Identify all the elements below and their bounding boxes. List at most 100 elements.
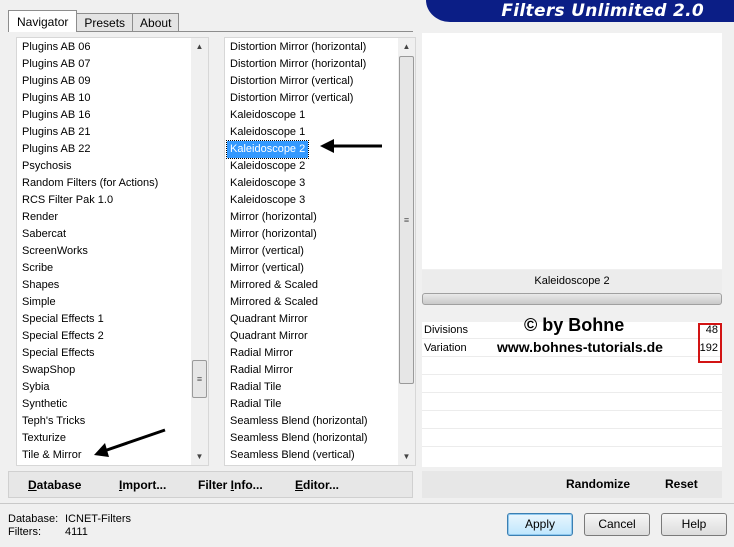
param-label: Variation: [424, 342, 467, 354]
progress-bar: [422, 293, 722, 305]
category-list-item[interactable]: Plugins AB 21: [19, 124, 94, 141]
category-list-item[interactable]: Special Effects 1: [19, 311, 107, 328]
category-list-item[interactable]: Plugins AB 10: [19, 90, 94, 107]
category-list-item[interactable]: Special Effects: [19, 345, 98, 362]
reset-button[interactable]: Reset: [665, 477, 698, 491]
filter-scrollbar[interactable]: ▲ ≡ ▼: [398, 38, 415, 465]
param-row-empty: [422, 412, 722, 429]
help-button[interactable]: Help: [661, 513, 727, 536]
category-list-item[interactable]: Sybia: [19, 379, 53, 396]
filter-list-item[interactable]: Distortion Mirror (vertical): [227, 90, 356, 107]
filter-list-item[interactable]: Distortion Mirror (vertical): [227, 73, 356, 90]
filter-list-item[interactable]: Seamless Blend (vertical): [227, 447, 358, 464]
scroll-up-icon[interactable]: ▲: [398, 38, 415, 55]
category-list-item[interactable]: Synthetic: [19, 396, 70, 413]
filter-list-item[interactable]: Radial Tile: [227, 379, 284, 396]
status-filters-label: Filters:: [8, 526, 41, 538]
category-list-item[interactable]: Psychosis: [19, 158, 75, 175]
filter-list-item[interactable]: Seamless Blend (horizontal): [227, 430, 371, 447]
scroll-up-icon[interactable]: ▲: [191, 38, 208, 55]
scroll-thumb[interactable]: ≡: [192, 360, 207, 398]
filter-list-item[interactable]: Distortion Mirror (horizontal): [227, 56, 369, 73]
filter-list-item[interactable]: Mirrored & Scaled: [227, 277, 321, 294]
filter-list-item[interactable]: Kaleidoscope 3: [227, 175, 308, 192]
tab-navigator[interactable]: Navigator: [8, 10, 78, 32]
category-list-item[interactable]: RCS Filter Pak 1.0: [19, 192, 116, 209]
filter-info-prefix: Filter: [198, 478, 231, 492]
category-list-item[interactable]: Tile & Mirror: [19, 447, 84, 464]
status-database: Database: ICNET-Filters: [8, 513, 131, 525]
filter-list-item[interactable]: Kaleidoscope 2: [225, 140, 310, 159]
randomize-button[interactable]: Randomize: [566, 477, 630, 491]
cancel-button[interactable]: Cancel: [584, 513, 650, 536]
category-list-item[interactable]: Random Filters (for Actions): [19, 175, 161, 192]
category-list-item[interactable]: Sabercat: [19, 226, 69, 243]
filter-list[interactable]: Distortion Mirror (horizontal) Distortion…: [224, 37, 416, 466]
filter-list-item[interactable]: Mirror (horizontal): [227, 209, 320, 226]
filter-list-item[interactable]: Radial Mirror: [227, 345, 296, 362]
filter-list-item[interactable]: Kaleidoscope 2: [227, 158, 308, 175]
apply-button[interactable]: Apply: [507, 513, 573, 536]
category-list[interactable]: Plugins AB 06 Plugins AB 07 Plugins AB 09 P…: [16, 37, 209, 466]
filter-list-item[interactable]: Mirror (vertical): [227, 260, 307, 277]
category-list-item[interactable]: Render: [19, 209, 61, 226]
category-list-item[interactable]: Scribe: [19, 260, 56, 277]
editor-button[interactable]: Editor...: [295, 478, 339, 492]
filter-list-item[interactable]: Mirror (horizontal): [227, 226, 320, 243]
param-row-empty: [422, 376, 722, 393]
filter-list-item[interactable]: Distortion Mirror (horizontal): [227, 39, 369, 56]
filter-list-item[interactable]: Radial Mirror: [227, 362, 296, 379]
watermark-url: www.bohnes-tutorials.de: [497, 339, 663, 355]
import-button[interactable]: Import...: [119, 478, 166, 492]
filter-list-item[interactable]: Mirrored & Scaled: [227, 294, 321, 311]
filter-list-item[interactable]: Mirror (vertical): [227, 243, 307, 260]
app-banner: Filters Unlimited 2.0: [426, 0, 734, 22]
filter-list-item[interactable]: Seamless Blend (horizontal): [227, 413, 371, 430]
navigator-toolbar: Database Import... Filter Info... Editor…: [8, 471, 413, 498]
category-list-item[interactable]: ScreenWorks: [19, 243, 91, 260]
filter-preview: [422, 33, 722, 269]
status-filters-value: 4111: [65, 526, 88, 538]
editor-label: ditor...: [303, 478, 340, 492]
highlight-box: [698, 323, 722, 363]
import-label: mport...: [122, 478, 167, 492]
param-row-empty: [422, 358, 722, 375]
arrow-left-icon: [320, 139, 382, 153]
tab-about[interactable]: About: [132, 13, 180, 32]
category-list-item[interactable]: Teph's Tricks: [19, 413, 88, 430]
filter-list-item[interactable]: Radial Tile: [227, 396, 284, 413]
scroll-down-icon[interactable]: ▼: [398, 448, 415, 465]
database-mnemonic: D: [28, 478, 37, 492]
category-list-item[interactable]: Simple: [19, 294, 59, 311]
scroll-thumb[interactable]: ≡: [399, 56, 414, 384]
category-scrollbar[interactable]: ▲ ≡ ▼: [191, 38, 208, 465]
param-row-empty: [422, 430, 722, 447]
category-list-item[interactable]: Plugins AB 09: [19, 73, 94, 90]
param-row-empty: [422, 394, 722, 411]
status-database-label: Database:: [8, 513, 59, 525]
filter-name: Kaleidoscope 2: [422, 270, 722, 293]
category-list-item[interactable]: Plugins AB 22: [19, 141, 94, 158]
category-list-item[interactable]: Plugins AB 06: [19, 39, 94, 56]
filter-info-button[interactable]: Filter Info...: [198, 478, 263, 492]
scroll-down-icon[interactable]: ▼: [191, 448, 208, 465]
category-list-item[interactable]: SwapShop: [19, 362, 78, 379]
category-list-item[interactable]: Shapes: [19, 277, 62, 294]
parameter-toolbar: Randomize Reset: [422, 471, 722, 498]
filter-list-item[interactable]: Quadrant Mirror: [227, 311, 311, 328]
filter-list-item[interactable]: Quadrant Mirror: [227, 328, 311, 345]
category-list-item[interactable]: Plugins AB 07: [19, 56, 94, 73]
category-list-item[interactable]: Plugins AB 16: [19, 107, 94, 124]
tab-presets[interactable]: Presets: [76, 13, 134, 32]
status-database-value: ICNET-Filters: [65, 513, 131, 525]
database-button[interactable]: Database: [28, 478, 81, 492]
status-filters: Filters: 4111: [8, 526, 88, 538]
filter-list-item[interactable]: Kaleidoscope 3: [227, 192, 308, 209]
category-list-item[interactable]: Special Effects 2: [19, 328, 107, 345]
filter-list-item[interactable]: Kaleidoscope 1: [227, 124, 308, 141]
filter-info-label: nfo...: [234, 478, 263, 492]
arrow-down-left-icon: [94, 428, 166, 457]
category-list-item[interactable]: Texturize: [19, 430, 69, 447]
filter-list-item[interactable]: Kaleidoscope 1: [227, 107, 308, 124]
watermark-copyright: © by Bohne: [524, 315, 625, 335]
